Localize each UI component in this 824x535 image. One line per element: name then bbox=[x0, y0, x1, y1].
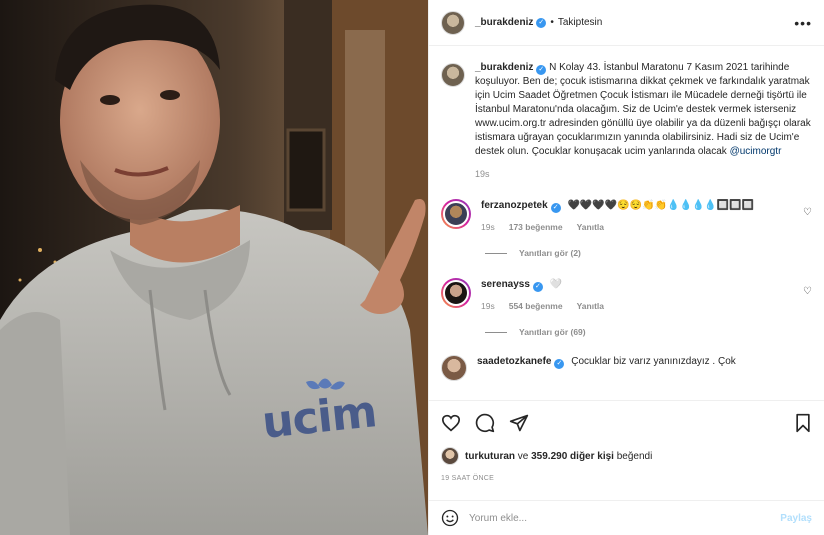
comment-likes[interactable]: 554 beğenme bbox=[509, 299, 563, 313]
likes-connector: ve bbox=[517, 450, 529, 462]
verified-icon: ✓ bbox=[554, 359, 565, 369]
comment-icon[interactable] bbox=[475, 413, 495, 433]
comment-item: saadetozkanefe ✓ Çocuklar biz varız yanın… bbox=[441, 355, 812, 381]
comment-item: serenayss ✓ 🤍 19s 554 beğenme Yanıtla ♡ bbox=[441, 278, 812, 313]
caption-time[interactable]: 19s bbox=[475, 169, 812, 179]
comment-item: ferzanozpetek ✓ 🖤🖤🖤🖤😌😌👏👏💧💧💧💧🔲🔲🔲 19s 173 b… bbox=[441, 199, 812, 234]
divider-line bbox=[485, 252, 507, 254]
view-replies-label: Yanıtları gör (2) bbox=[519, 248, 581, 258]
verified-icon: ✓ bbox=[550, 203, 561, 213]
more-options-icon[interactable]: ••• bbox=[794, 15, 812, 31]
separator-dot: • bbox=[550, 17, 554, 28]
action-bar: turkuturan ve 359.290 diğer kişi beğendi… bbox=[429, 400, 824, 500]
view-replies[interactable]: Yanıtları gör (69) bbox=[485, 327, 812, 337]
likes-others[interactable]: 359.290 diğer kişi bbox=[531, 451, 614, 462]
comment-username[interactable]: serenayss bbox=[481, 279, 530, 290]
reply-button[interactable]: Yanıtla bbox=[577, 220, 604, 234]
add-comment-bar: Paylaş bbox=[429, 500, 824, 535]
verified-icon: ✓ bbox=[536, 17, 547, 28]
comment-username[interactable]: ferzanozpetek bbox=[481, 200, 548, 211]
emoji-icon[interactable] bbox=[441, 509, 459, 527]
comment-text: 🖤🖤🖤🖤😌😌👏👏💧💧💧💧🔲🔲🔲 bbox=[567, 200, 755, 211]
avatar[interactable] bbox=[441, 199, 471, 229]
share-icon[interactable] bbox=[509, 413, 529, 433]
caption-body: N Kolay 43. İstanbul Maratonu 7 Kasım 20… bbox=[475, 62, 811, 157]
comment-input[interactable] bbox=[469, 512, 781, 524]
avatar[interactable] bbox=[441, 10, 465, 35]
comment-like-icon[interactable]: ♡ bbox=[803, 207, 812, 218]
caption-text: _burakdeniz ✓ N Kolay 43. İstanbul Marato… bbox=[475, 61, 812, 159]
avatar[interactable] bbox=[441, 63, 465, 87]
comment-text: Çocuklar biz varız yanınızdayız . Çok bbox=[571, 356, 736, 367]
view-replies[interactable]: Yanıtları gör (2) bbox=[485, 248, 812, 258]
post-panel: _burakdeniz ✓ • Takiptesin ••• _burakden… bbox=[428, 0, 824, 535]
avatar[interactable] bbox=[441, 278, 471, 308]
post-comment-button[interactable]: Paylaş bbox=[780, 513, 812, 524]
reply-button[interactable]: Yanıtla bbox=[577, 299, 604, 313]
comment-text: 🤍 bbox=[549, 279, 563, 290]
caption-username[interactable]: _burakdeniz bbox=[475, 62, 533, 73]
header-username[interactable]: _burakdeniz bbox=[475, 17, 533, 28]
mention-link[interactable]: @ucimorgtr bbox=[730, 146, 782, 157]
comment-username[interactable]: saadetozkanefe bbox=[477, 356, 551, 367]
heart-icon[interactable] bbox=[441, 414, 461, 432]
comment-time[interactable]: 19s bbox=[481, 299, 495, 313]
post-timestamp[interactable]: 19 SAAT ÖNCE bbox=[441, 475, 812, 482]
caption: _burakdeniz ✓ N Kolay 43. İstanbul Marato… bbox=[441, 61, 812, 179]
view-replies-label: Yanıtları gör (69) bbox=[519, 327, 586, 337]
verified-icon: ✓ bbox=[532, 282, 543, 292]
post-header: _burakdeniz ✓ • Takiptesin ••• bbox=[429, 0, 824, 46]
comment-likes[interactable]: 173 beğenme bbox=[509, 220, 563, 234]
liker-username[interactable]: turkuturan bbox=[465, 451, 515, 462]
liker-avatar[interactable] bbox=[441, 447, 459, 465]
likes-suffix: beğendi bbox=[616, 450, 653, 462]
comment-time[interactable]: 19s bbox=[481, 220, 495, 234]
comments-list[interactable]: _burakdeniz ✓ N Kolay 43. İstanbul Marato… bbox=[429, 47, 824, 399]
post-photo[interactable]: ucim bbox=[0, 0, 428, 535]
selfie-image bbox=[0, 0, 428, 535]
divider-line bbox=[485, 331, 507, 333]
avatar[interactable] bbox=[441, 355, 467, 381]
comment-like-icon[interactable]: ♡ bbox=[803, 286, 812, 297]
bookmark-icon[interactable] bbox=[794, 413, 812, 433]
likes-summary: turkuturan ve 359.290 diğer kişi beğendi bbox=[441, 447, 812, 465]
verified-icon: ✓ bbox=[536, 65, 547, 75]
follow-status[interactable]: Takiptesin bbox=[558, 17, 602, 28]
